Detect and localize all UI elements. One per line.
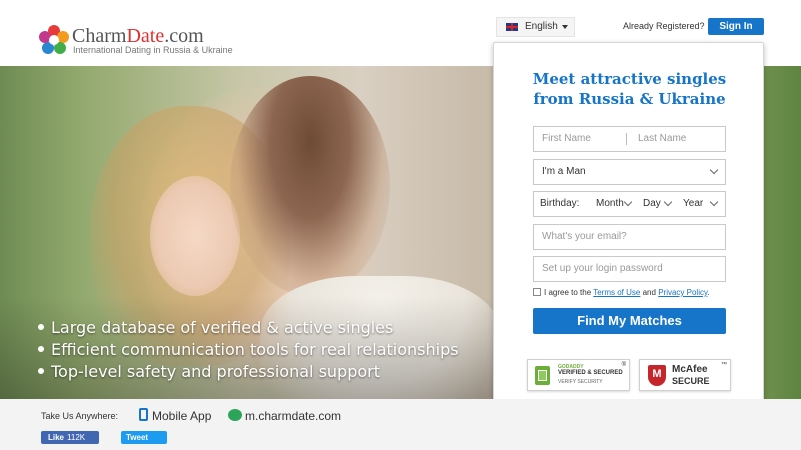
- year-select[interactable]: Year: [683, 192, 703, 216]
- registered-mark: ®: [621, 362, 626, 368]
- chevron-down-icon: [709, 197, 719, 207]
- brand-part-2: Date: [126, 25, 165, 47]
- feature-item: Top-level safety and professional suppor…: [38, 360, 459, 382]
- language-label: English: [525, 21, 558, 32]
- month-select[interactable]: Month: [596, 192, 624, 216]
- first-name-input[interactable]: First Name: [542, 133, 591, 144]
- agree-prefix: I agree to the: [544, 288, 592, 297]
- sign-in-button[interactable]: Sign In: [708, 18, 764, 35]
- like-label: Like: [48, 433, 65, 442]
- agree-and: and: [642, 288, 656, 297]
- language-selector[interactable]: English: [496, 17, 575, 37]
- mcafee-shield-icon: M: [648, 365, 666, 386]
- last-name-input[interactable]: Last Name: [638, 127, 686, 151]
- chevron-down-icon: [663, 197, 673, 207]
- feature-item: Large database of verified & active sing…: [38, 316, 459, 338]
- mcafee-badge[interactable]: M McAfee SECURE ™: [639, 359, 731, 391]
- password-field[interactable]: Set up your login password: [533, 256, 726, 282]
- hero-photo-man: [230, 76, 390, 296]
- chevron-down-icon: [709, 165, 719, 175]
- brand-part-3: .com: [164, 25, 204, 47]
- mobile-phone-icon: [139, 408, 148, 421]
- name-divider: [626, 133, 627, 145]
- take-us-anywhere-label: Take Us Anywhere:: [41, 411, 119, 421]
- tweet-button[interactable]: Tweet: [121, 431, 167, 444]
- feature-item: Efficient communication tools for real r…: [38, 338, 459, 360]
- privacy-policy-link[interactable]: Privacy Policy: [658, 288, 707, 297]
- already-registered-text: Already Registered?: [623, 21, 705, 31]
- site-footer: Take Us Anywhere: Mobile App m.charmdate…: [0, 399, 801, 450]
- name-fields: First Name Last Name: [533, 126, 726, 152]
- bullet-icon: [38, 368, 44, 374]
- feature-text: Large database of verified & active sing…: [51, 317, 394, 337]
- brand-name[interactable]: CharmDate.com: [72, 26, 204, 46]
- trademark-mark: ™: [721, 362, 727, 368]
- godaddy-verified-label: VERIFIED & SECURED: [558, 370, 623, 376]
- tagline: International Dating in Russia & Ukraine: [73, 45, 233, 55]
- tweet-label: Tweet: [126, 433, 149, 442]
- signup-title: Meet attractive singles from Russia & Uk…: [494, 69, 765, 109]
- uk-flag-icon: [506, 23, 518, 31]
- feature-list: Large database of verified & active sing…: [38, 316, 459, 382]
- signup-panel: Meet attractive singles from Russia & Uk…: [493, 42, 764, 417]
- terms-of-use-link[interactable]: Terms of Use: [593, 288, 640, 297]
- like-count: 112K: [67, 433, 86, 442]
- mobile-app-link[interactable]: Mobile App: [152, 409, 211, 423]
- hero-photo-woman-face: [150, 176, 240, 296]
- feature-text: Efficient communication tools for real r…: [51, 339, 459, 359]
- lock-icon: [535, 366, 550, 385]
- signup-title-line-1: Meet attractive singles: [532, 70, 727, 88]
- caret-down-icon: [562, 25, 568, 29]
- feature-text: Top-level safety and professional suppor…: [51, 361, 380, 381]
- agree-suffix: .: [707, 288, 710, 297]
- mobile-site-link[interactable]: m.charmdate.com: [245, 409, 341, 423]
- chevron-down-icon: [623, 197, 633, 207]
- godaddy-verify-label: VERIFY SECURITY: [558, 379, 603, 385]
- gender-value: I'm a Man: [542, 166, 586, 177]
- mcafee-secure-label: SECURE: [672, 376, 710, 386]
- find-my-matches-button[interactable]: Find My Matches: [533, 308, 726, 334]
- bullet-icon: [38, 346, 44, 352]
- bullet-icon: [38, 324, 44, 330]
- mcafee-label: McAfee: [672, 364, 708, 375]
- gender-select[interactable]: I'm a Man: [533, 159, 726, 185]
- birthday-label: Birthday:: [540, 198, 580, 209]
- mobile-site-icon: [228, 409, 242, 421]
- terms-agreement: I agree to the Terms of Use and Privacy …: [533, 288, 710, 297]
- birthday-row: Birthday: Month Day Year: [533, 191, 726, 217]
- facebook-like-button[interactable]: Like 112K: [41, 431, 99, 444]
- godaddy-badge[interactable]: GODADDY VERIFIED & SECURED VERIFY SECURI…: [527, 359, 630, 391]
- email-field[interactable]: What's your email?: [533, 224, 726, 250]
- day-select[interactable]: Day: [643, 192, 661, 216]
- charmdate-logo-icon[interactable]: [38, 24, 70, 56]
- brand-part-1: Charm: [72, 25, 127, 47]
- terms-checkbox[interactable]: [533, 288, 541, 296]
- signup-title-line-2: from Russia & Ukraine: [533, 90, 726, 108]
